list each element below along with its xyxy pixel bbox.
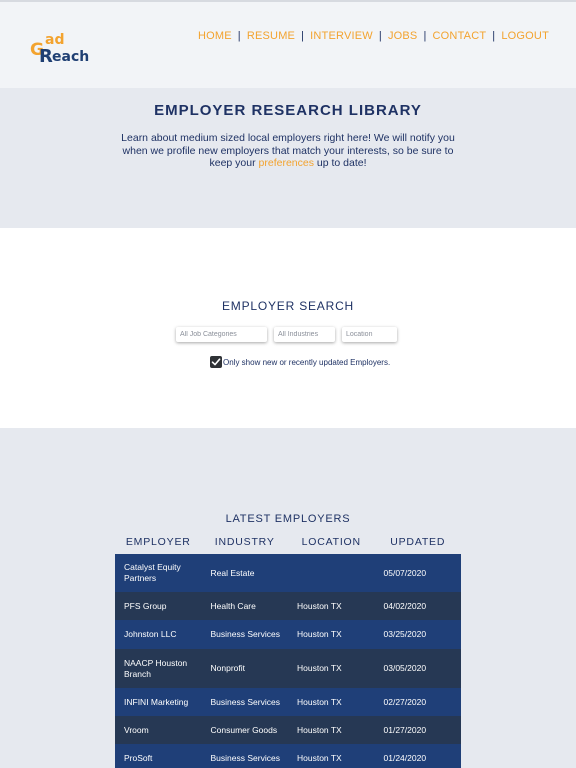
nav-contact[interactable]: CONTACT xyxy=(433,30,487,42)
hero-section: EMPLOYER RESEARCH LIBRARY Learn about me… xyxy=(0,88,576,228)
hero-text-after: up to date! xyxy=(313,157,367,169)
location-input[interactable] xyxy=(342,327,397,342)
employers-table: Catalyst Equity Partners Real Estate 05/… xyxy=(115,554,461,768)
table-row[interactable]: PFS Group Health Care Houston TX 04/02/2… xyxy=(115,592,461,620)
employer-cell: PFS Group xyxy=(124,600,167,611)
industry-cell: Business Services xyxy=(210,752,280,763)
preferences-link[interactable]: preferences xyxy=(259,157,314,169)
page-title: EMPLOYER RESEARCH LIBRARY xyxy=(154,102,422,119)
updated-cell: 01/24/2020 xyxy=(383,752,427,763)
recent-only-filter: Only show new or recently updated Employ… xyxy=(210,356,390,368)
updated-cell: 03/25/2020 xyxy=(383,629,427,639)
updated-cell: 05/07/2020 xyxy=(383,567,427,578)
column-updated: UPDATED xyxy=(390,536,446,548)
industry-select[interactable] xyxy=(274,327,335,342)
nav-separator: | xyxy=(378,30,382,42)
employer-cell: Johnston LLC xyxy=(124,629,177,639)
industry-cell: Health Care xyxy=(210,600,256,611)
logo-letters-each: each xyxy=(52,49,90,65)
updated-cell: 04/02/2020 xyxy=(383,600,427,611)
nav-interview[interactable]: INTERVIEW xyxy=(310,30,373,42)
industry-cell: Nonprofit xyxy=(210,663,246,673)
main-nav: HOME | RESUME | INTERVIEW | JOBS | CONTA… xyxy=(198,30,549,42)
logo-letter-r: R xyxy=(39,46,53,67)
checkmark-icon xyxy=(211,358,221,366)
employer-search-section: EMPLOYER SEARCH Only show new or recentl… xyxy=(0,228,576,428)
industry-cell: Consumer Goods xyxy=(210,724,278,735)
nav-separator: | xyxy=(492,30,496,42)
location-cell: Houston TX xyxy=(297,629,342,639)
table-row[interactable]: Johnston LLC Business Services Houston T… xyxy=(115,620,461,649)
industry-cell: Real Estate xyxy=(210,567,255,578)
job-category-select[interactable] xyxy=(176,327,267,342)
table-row[interactable]: Catalyst Equity Partners Real Estate 05/… xyxy=(115,554,461,592)
latest-employers-title: LATEST EMPLOYERS xyxy=(225,513,351,525)
updated-cell: 03/05/2020 xyxy=(383,663,427,673)
location-cell: Houston TX xyxy=(297,663,342,673)
table-row[interactable]: INFINI Marketing Business Services Houst… xyxy=(115,688,461,716)
hero-description: Learn about medium sized local employers… xyxy=(113,132,463,170)
employer-cell: NAACP Houston Branch xyxy=(124,657,188,679)
column-employer: EMPLOYER xyxy=(125,536,191,548)
latest-employers-section: LATEST EMPLOYERS EMPLOYER INDUSTRY LOCAT… xyxy=(0,428,576,768)
nav-separator: | xyxy=(423,30,427,42)
table-header: EMPLOYER INDUSTRY LOCATION UPDATED xyxy=(115,536,461,548)
column-location: LOCATION xyxy=(301,536,361,548)
employer-cell: Vroom xyxy=(124,724,149,735)
nav-separator: | xyxy=(237,30,241,42)
site-header: G ad R each HOME | RESUME | INTERVIEW | … xyxy=(0,2,576,88)
updated-cell: 01/27/2020 xyxy=(383,724,427,735)
table-row[interactable]: ProSoft Business Services Houston TX 01/… xyxy=(115,744,461,768)
industry-cell: Business Services xyxy=(210,629,280,639)
nav-separator: | xyxy=(301,30,305,42)
recent-only-checkbox[interactable] xyxy=(210,356,222,368)
location-cell: Houston TX xyxy=(297,600,342,611)
location-cell: Houston TX xyxy=(297,752,342,763)
nav-jobs[interactable]: JOBS xyxy=(388,30,418,42)
employer-cell: INFINI Marketing xyxy=(124,696,189,707)
nav-resume[interactable]: RESUME xyxy=(247,30,295,42)
employer-cell: ProSoft xyxy=(124,752,153,763)
location-cell: Houston TX xyxy=(297,696,342,707)
location-cell: Houston TX xyxy=(297,724,342,735)
nav-logout[interactable]: LOGOUT xyxy=(501,30,549,42)
updated-cell: 02/27/2020 xyxy=(383,696,427,707)
nav-home[interactable]: HOME xyxy=(198,30,232,42)
employer-cell: Catalyst Equity Partners xyxy=(124,562,181,583)
industry-cell: Business Services xyxy=(210,696,280,707)
table-row[interactable]: Vroom Consumer Goods Houston TX 01/27/20… xyxy=(115,716,461,744)
table-row[interactable]: NAACP Houston Branch Nonprofit Houston T… xyxy=(115,649,461,688)
search-title: EMPLOYER SEARCH xyxy=(221,299,355,313)
recent-only-label: Only show new or recently updated Employ… xyxy=(223,357,391,367)
gradreach-logo[interactable]: G ad R each xyxy=(30,32,89,67)
column-industry: INDUSTRY xyxy=(214,536,275,548)
